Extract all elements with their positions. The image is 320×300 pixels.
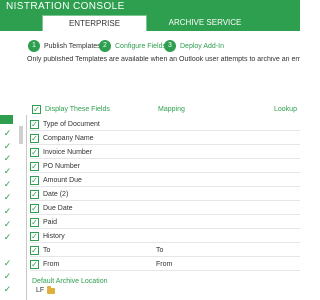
field-name: Company Name — [43, 135, 94, 142]
tab-bar: ENTERPRISE ARCHIVE SERVICE — [0, 14, 300, 31]
step-number-badge: 1 — [28, 40, 40, 52]
field-checkbox[interactable]: ✓ — [30, 218, 39, 227]
field-name-cell: ✓ History — [30, 232, 156, 241]
default-archive-location-field[interactable]: LF — [36, 285, 56, 294]
check-icon[interactable]: ✓ — [3, 220, 12, 229]
field-row: ✓ From From — [30, 259, 300, 271]
tab-archive-service[interactable]: ARCHIVE SERVICE — [155, 15, 255, 31]
field-name: Date (2) — [43, 191, 69, 198]
step-label: Publish Templates — [44, 42, 101, 50]
check-icon[interactable]: ✓ — [3, 272, 12, 281]
template-list-panel: ✓ ✓ ✓ ✓ ✓ ✓ ✓ ✓ ✓ ✓ ✓ ✓ — [0, 115, 27, 300]
template-list-header — [0, 115, 13, 124]
field-row: ✓ PO Number — [30, 161, 300, 173]
check-icon[interactable]: ✓ — [3, 142, 12, 151]
template-list-scrollbar[interactable] — [16, 124, 26, 300]
field-checkbox[interactable]: ✓ — [30, 162, 39, 171]
check-icon[interactable]: ✓ — [3, 167, 12, 176]
field-name-cell: ✓ From — [30, 260, 156, 269]
field-name-cell: ✓ Invoice Number — [30, 148, 156, 157]
field-name-cell: ✓ To — [30, 246, 156, 255]
field-name-cell: ✓ Amount Due — [30, 176, 156, 185]
field-checkbox[interactable]: ✓ — [30, 232, 39, 241]
field-name: PO Number — [43, 163, 80, 170]
folder-icon[interactable] — [47, 285, 56, 294]
field-name-cell: ✓ Paid — [30, 218, 156, 227]
step-publish-templates[interactable]: 1 Publish Templates — [28, 38, 101, 54]
check-icon[interactable]: ✓ — [3, 259, 12, 268]
step-configure-fields[interactable]: 2 Configure Fields — [99, 38, 166, 54]
default-archive-location-label: Default Archive Location — [32, 278, 108, 285]
step-number-badge: 2 — [99, 40, 111, 52]
field-name-cell: ✓ Date (2) — [30, 190, 156, 199]
field-row: ✓ History — [30, 231, 300, 243]
display-fields-label: Display These Fields — [45, 106, 110, 113]
field-row: ✓ To To — [30, 245, 300, 257]
field-name-cell: ✓ Type of Document — [30, 120, 156, 129]
field-checkbox[interactable]: ✓ — [30, 260, 39, 269]
step-label: Deploy Add-In — [180, 42, 224, 50]
publish-notice: Only published Templates are available w… — [27, 56, 300, 63]
step-number-badge: 3 — [164, 40, 176, 52]
field-checkbox[interactable]: ✓ — [30, 176, 39, 185]
field-row: ✓ Date (2) — [30, 189, 300, 201]
field-name: Invoice Number — [43, 149, 93, 156]
check-icon[interactable]: ✓ — [3, 129, 12, 138]
check-icon[interactable]: ✓ — [3, 193, 12, 202]
lookup-header: Lookup — [274, 106, 297, 113]
field-row: ✓ Company Name — [30, 133, 300, 145]
field-name-cell: ✓ PO Number — [30, 162, 156, 171]
field-list: ✓ Type of Document ✓ Company Name ✓ Invoice… — [30, 119, 300, 284]
select-all-checkbox[interactable]: ✓ — [32, 105, 41, 114]
default-archive-location-value: LF — [36, 287, 45, 294]
field-mapping[interactable]: From — [156, 261, 256, 268]
field-name: Paid — [43, 219, 58, 226]
field-checkbox[interactable]: ✓ — [30, 120, 39, 129]
field-mapping[interactable]: To — [156, 247, 256, 254]
check-icon[interactable]: ✓ — [3, 233, 12, 242]
app-title-bar: NISTRATION CONSOLE — [0, 0, 300, 14]
field-name-cell: ✓ Company Name — [30, 134, 156, 143]
field-name: Amount Due — [43, 177, 82, 184]
field-name: From — [43, 261, 60, 268]
mapping-header: Mapping — [158, 106, 185, 113]
field-name: Type of Document — [43, 121, 100, 128]
field-row: ✓ Paid — [30, 217, 300, 229]
field-name: To — [43, 247, 51, 254]
check-icon[interactable]: ✓ — [3, 207, 12, 216]
field-name: Due Date — [43, 205, 73, 212]
app-title: NISTRATION CONSOLE — [6, 1, 125, 12]
field-checkbox[interactable]: ✓ — [30, 134, 39, 143]
step-deploy-add-in[interactable]: 3 Deploy Add-In — [164, 38, 224, 54]
wizard-steps: 1 Publish Templates 2 Configure Fields 3… — [0, 38, 300, 54]
display-fields-header: ✓ Display These Fields — [32, 105, 158, 114]
field-name-cell: ✓ Due Date — [30, 204, 156, 213]
field-name: History — [43, 233, 65, 240]
check-icon[interactable]: ✓ — [3, 180, 12, 189]
field-table-header: ✓ Display These Fields Mapping Lookup — [32, 103, 300, 116]
check-icon[interactable]: ✓ — [3, 285, 12, 294]
field-checkbox[interactable]: ✓ — [30, 246, 39, 255]
step-label: Configure Fields — [115, 42, 166, 50]
scrollbar-thumb[interactable] — [19, 126, 23, 144]
field-checkbox[interactable]: ✓ — [30, 204, 39, 213]
field-checkbox[interactable]: ✓ — [30, 148, 39, 157]
field-row: ✓ Invoice Number — [30, 147, 300, 159]
field-row: ✓ Amount Due — [30, 175, 300, 187]
field-checkbox[interactable]: ✓ — [30, 190, 39, 199]
field-row: ✓ Due Date — [30, 203, 300, 215]
field-row: ✓ Type of Document — [30, 119, 300, 131]
tab-enterprise[interactable]: ENTERPRISE — [42, 15, 147, 31]
check-icon[interactable]: ✓ — [3, 154, 12, 163]
